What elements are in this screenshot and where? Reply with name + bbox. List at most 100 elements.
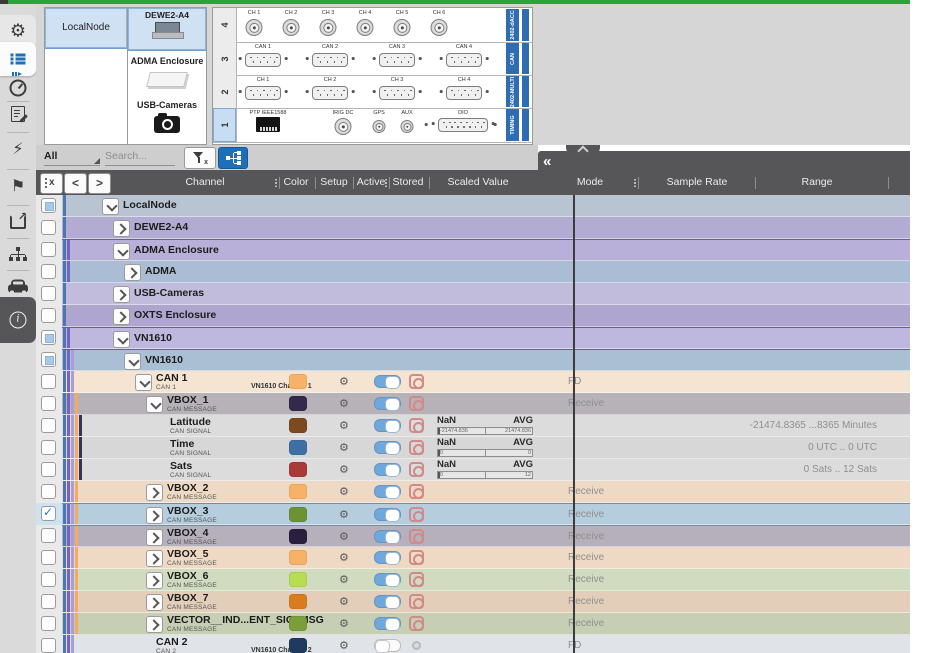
filter-scope-dropdown[interactable]: All xyxy=(44,148,100,166)
range-value[interactable]: 0 Sats .. 12 Sats xyxy=(620,459,877,480)
row-checkbox[interactable] xyxy=(41,462,56,477)
table-row-usb-cameras[interactable]: USB-Cameras xyxy=(62,283,910,305)
expand-button[interactable] xyxy=(146,529,163,546)
slot-number-cell[interactable]: 4 xyxy=(213,8,237,42)
device-label-usb-cameras[interactable]: USB-Cameras xyxy=(128,100,206,110)
row-checkbox[interactable] xyxy=(41,264,56,279)
stored-button[interactable] xyxy=(409,440,424,455)
column-resize-dots[interactable] xyxy=(275,179,277,187)
active-toggle[interactable] xyxy=(374,639,401,652)
table-row-time[interactable]: TimeCAN SIGNAL⚙NaNAVG000 UTC .. 0 UTC xyxy=(62,437,910,459)
expand-button[interactable] xyxy=(113,243,130,260)
row-checkbox[interactable] xyxy=(41,484,56,499)
table-row-oxts-enclosure[interactable]: OXTS Enclosure xyxy=(62,305,910,327)
setup-gear-icon[interactable]: ⚙ xyxy=(339,613,349,634)
setup-gear-icon[interactable]: ⚙ xyxy=(339,635,349,653)
active-toggle[interactable] xyxy=(374,397,401,410)
device-label-adma-enclosure[interactable]: ADMA Enclosure xyxy=(128,56,206,66)
row-checkbox[interactable] xyxy=(41,198,56,213)
stored-button[interactable] xyxy=(409,616,424,631)
table-row-vbox-2[interactable]: VBOX_2CAN MESSAGE⚙Receive xyxy=(62,481,910,503)
setup-gear-icon[interactable]: ⚙ xyxy=(339,569,349,590)
setup-gear-icon[interactable]: ⚙ xyxy=(339,437,349,458)
row-checkbox[interactable] xyxy=(41,242,56,257)
table-row-vn1610[interactable]: VN1610 xyxy=(62,327,910,349)
row-checkbox[interactable] xyxy=(41,616,56,631)
row-checkbox[interactable] xyxy=(41,638,56,653)
stored-button[interactable] xyxy=(409,396,424,411)
active-toggle[interactable] xyxy=(374,419,401,432)
expand-button[interactable] xyxy=(124,353,141,370)
row-checkbox[interactable] xyxy=(41,396,56,411)
color-swatch[interactable] xyxy=(289,484,307,499)
sidebar-tab-events[interactable]: ⚑ xyxy=(0,170,36,204)
table-row-vbox-3[interactable]: VBOX_3CAN MESSAGE⚙Receive xyxy=(62,503,910,525)
stored-button[interactable] xyxy=(409,418,424,433)
slot-number-cell[interactable]: 3 xyxy=(213,42,237,75)
color-swatch[interactable] xyxy=(289,638,307,653)
table-row-vbox-5[interactable]: VBOX_5CAN MESSAGE⚙Receive xyxy=(62,547,910,569)
stored-button[interactable] xyxy=(409,550,424,565)
expand-button[interactable] xyxy=(113,220,130,237)
color-swatch[interactable] xyxy=(289,396,307,411)
search-input[interactable]: Search... xyxy=(105,148,175,166)
stored-button[interactable] xyxy=(409,507,424,522)
table-row-dewe2-a4[interactable]: DEWE2-A4 xyxy=(62,217,910,239)
table-row-can-1[interactable]: CAN 1CAN 1VN1610 Channel 1⚙FD xyxy=(62,371,910,393)
row-checkbox[interactable] xyxy=(41,528,56,543)
row-checkbox[interactable] xyxy=(41,330,56,345)
expand-button[interactable] xyxy=(146,396,163,413)
table-row-vbox-7[interactable]: VBOX_7CAN MESSAGE⚙Receive xyxy=(62,591,910,613)
column-header-color[interactable]: Color xyxy=(283,170,308,195)
stored-button[interactable] xyxy=(409,462,424,477)
setup-gear-icon[interactable]: ⚙ xyxy=(339,547,349,568)
setup-gear-icon[interactable]: ⚙ xyxy=(339,393,349,414)
active-toggle[interactable] xyxy=(374,463,401,476)
expand-button[interactable] xyxy=(113,308,130,325)
setup-gear-icon[interactable]: ⚙ xyxy=(339,415,349,436)
active-toggle[interactable] xyxy=(374,573,401,586)
sidebar-tab-network[interactable] xyxy=(0,237,36,271)
sidebar-tab-trigger[interactable]: ⚡ xyxy=(0,133,36,167)
sidebar-tab-reporting[interactable] xyxy=(0,97,36,131)
column-header-setup[interactable]: Setup xyxy=(320,170,347,195)
row-checkbox[interactable] xyxy=(41,418,56,433)
nav-back-button[interactable]: < xyxy=(64,173,87,194)
row-checkbox[interactable] xyxy=(41,440,56,455)
sidebar-tab-export[interactable]: ↗ xyxy=(0,205,36,239)
setup-gear-icon[interactable]: ⚙ xyxy=(339,504,349,525)
expand-button[interactable] xyxy=(102,198,119,215)
row-checkbox[interactable] xyxy=(41,572,56,587)
setup-gear-icon[interactable]: ⚙ xyxy=(339,459,349,480)
setup-gear-icon[interactable]: ⚙ xyxy=(339,591,349,612)
color-swatch[interactable] xyxy=(289,374,307,389)
table-row-sats[interactable]: SatsCAN SIGNAL⚙NaNAVG0120 Sats .. 12 Sat… xyxy=(62,459,910,481)
table-row-localnode[interactable]: LocalNode xyxy=(62,195,910,217)
table-row-vbox-1[interactable]: VBOX_1CAN MESSAGE⚙Receive xyxy=(62,393,910,415)
expand-button[interactable] xyxy=(113,286,130,303)
column-header-scaled-value[interactable]: Scaled Value xyxy=(447,170,508,195)
expand-button[interactable] xyxy=(124,264,141,281)
active-toggle[interactable] xyxy=(374,375,401,388)
expand-button[interactable] xyxy=(146,507,163,524)
column-resize-dots[interactable] xyxy=(634,179,636,187)
setup-gear-icon[interactable]: ⚙ xyxy=(339,481,349,502)
table-row-adma[interactable]: ADMA xyxy=(62,261,910,283)
expand-button[interactable] xyxy=(146,550,163,567)
column-header-stored[interactable]: Stored xyxy=(393,170,424,195)
slot-number-cell[interactable]: 1 xyxy=(213,108,237,142)
stored-button[interactable] xyxy=(412,641,421,650)
column-header-range[interactable]: Range xyxy=(802,170,833,195)
row-checkbox[interactable] xyxy=(41,220,56,235)
stored-button[interactable] xyxy=(409,572,424,587)
table-row-vn1610-2[interactable]: VN1610 xyxy=(62,349,910,371)
table-row-latitude[interactable]: LatitudeCAN SIGNAL⚙NaNAVG-21474.83621474… xyxy=(62,415,910,437)
panel-collapse-tab[interactable] xyxy=(566,145,600,153)
row-checkbox[interactable] xyxy=(41,594,56,609)
stored-button[interactable] xyxy=(409,484,424,499)
column-header-sample-rate[interactable]: Sample Rate xyxy=(667,170,728,195)
column-header-mode[interactable]: Mode xyxy=(577,170,603,195)
row-checkbox[interactable] xyxy=(41,374,56,389)
expand-button[interactable] xyxy=(113,331,130,348)
clear-selection-button[interactable]: x xyxy=(40,173,63,194)
